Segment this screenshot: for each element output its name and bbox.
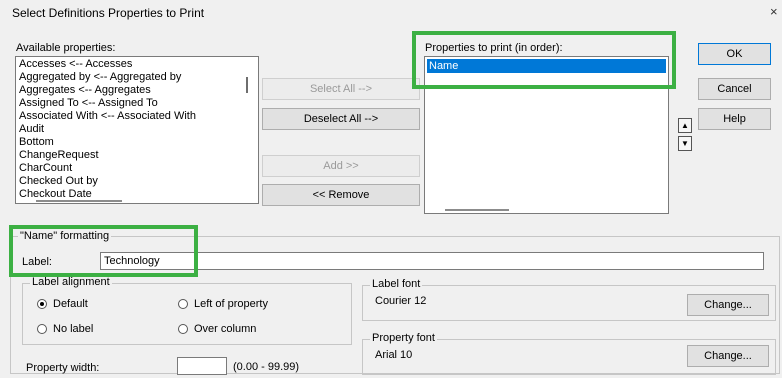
property-font-change-button[interactable]: Change... (687, 345, 769, 367)
label-text-field[interactable]: Technology (100, 252, 764, 270)
list-item[interactable]: Assigned To <-- Assigned To (19, 97, 158, 110)
label-font-title: Label font (370, 278, 423, 290)
list-item[interactable]: Aggregates <-- Aggregates (19, 84, 151, 97)
left-of-property-radio[interactable] (178, 299, 188, 309)
list-item[interactable]: ChangeRequest (19, 149, 99, 162)
highlight-box-properties-to-print (412, 31, 676, 89)
list-item[interactable]: Audit (19, 123, 44, 136)
label-alignment-groupbox (22, 283, 352, 345)
list-item[interactable]: Bottom (19, 136, 54, 149)
horizontal-scrollbar-thumb[interactable] (36, 200, 122, 202)
help-button[interactable]: Help (698, 108, 771, 130)
cancel-button[interactable]: Cancel (698, 78, 771, 100)
select-all-button[interactable]: Select All --> (262, 78, 420, 100)
ok-button[interactable]: OK (698, 43, 771, 65)
list-item[interactable]: Aggregated by <-- Aggregated by (19, 71, 181, 84)
over-column-radio[interactable] (178, 324, 188, 334)
list-item[interactable]: Checked Out by (19, 175, 98, 188)
no-label-radio[interactable] (37, 324, 47, 334)
deselect-all-button[interactable]: Deselect All --> (262, 108, 420, 130)
vertical-scrollbar-thumb[interactable] (246, 77, 248, 93)
default-radio[interactable] (37, 299, 47, 309)
label-alignment-title: Label alignment (30, 276, 112, 288)
no-label-radio-label[interactable]: No label (53, 323, 93, 335)
close-icon[interactable]: × (770, 4, 778, 19)
label-font-change-button[interactable]: Change... (687, 294, 769, 316)
add-button[interactable]: Add >> (262, 155, 420, 177)
property-width-field[interactable] (177, 357, 227, 375)
over-column-radio-label[interactable]: Over column (194, 323, 256, 335)
move-up-icon[interactable]: ▲ (678, 118, 692, 133)
horizontal-scrollbar-thumb[interactable] (445, 209, 509, 211)
property-width-range: (0.00 - 99.99) (233, 361, 300, 373)
list-item[interactable]: CharCount (19, 162, 72, 175)
move-down-icon[interactable]: ▼ (678, 136, 692, 151)
property-width-caption: Property width: (26, 362, 100, 374)
label-font-value: Courier 12 (375, 295, 427, 307)
available-properties-list[interactable]: Accesses <-- Accesses Aggregated by <-- … (15, 56, 259, 204)
available-properties-label: Available properties: (16, 42, 116, 54)
highlight-box-name-formatting (9, 225, 198, 277)
list-item[interactable]: Accesses <-- Accesses (19, 58, 132, 71)
dialog-title: Select Definitions Properties to Print (12, 6, 205, 20)
list-item[interactable]: Associated With <-- Associated With (19, 110, 196, 123)
remove-button[interactable]: << Remove (262, 184, 420, 206)
default-radio-label[interactable]: Default (53, 298, 88, 310)
left-of-property-radio-label[interactable]: Left of property (194, 298, 268, 310)
property-font-value: Arial 10 (375, 349, 413, 361)
property-font-title: Property font (370, 332, 437, 344)
